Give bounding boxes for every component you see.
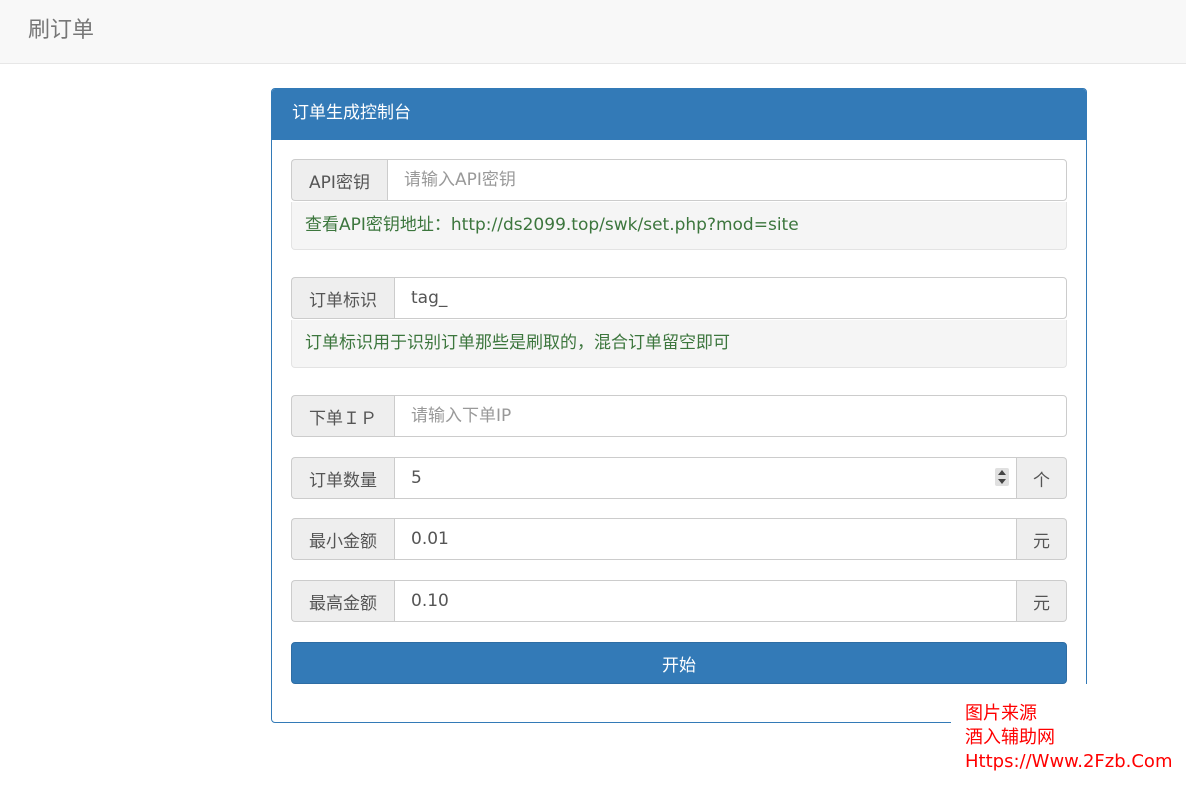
order-count-group: 订单数量 个 [291,457,1067,499]
min-amount-input[interactable] [394,518,1017,560]
max-amount-label: 最高金额 [291,580,394,622]
api-key-input[interactable] [387,159,1067,201]
order-count-wrapper [394,457,1017,499]
api-key-help: 查看API密钥地址：http://ds2099.top/swk/set.php?… [291,202,1067,250]
start-button[interactable]: 开始 [291,642,1067,684]
watermark-line-3: Https://Www.2Fzb.Com [965,751,1173,772]
api-key-label: API密钥 [291,159,387,201]
order-tag-label: 订单标识 [291,277,394,319]
max-amount-group: 最高金额 元 [291,580,1067,622]
navbar-brand[interactable]: 刷订单 [28,16,94,46]
order-tag-group: 订单标识 [291,277,1067,319]
top-navbar: 刷订单 [0,0,1186,64]
watermark: 图片来源 酒入辅助网 Https://Www.2Fzb.Com [951,684,1186,788]
max-amount-unit: 元 [1017,580,1067,622]
watermark-line-2: 酒入辅助网 [965,727,1055,748]
api-key-group: API密钥 [291,159,1067,201]
max-amount-input[interactable] [394,580,1017,622]
panel-title: 订单生成控制台 [272,89,1086,140]
min-amount-unit: 元 [1017,518,1067,560]
order-count-input[interactable] [394,457,1017,499]
min-amount-group: 最小金额 元 [291,518,1067,560]
order-ip-input[interactable] [394,395,1067,437]
min-amount-label: 最小金额 [291,518,394,560]
order-tag-help: 订单标识用于识别订单那些是刷取的，混合订单留空即可 [291,320,1067,368]
order-count-label: 订单数量 [291,457,394,499]
order-ip-group: 下单ＩＰ [291,395,1067,437]
order-count-unit: 个 [1017,457,1067,499]
order-ip-label: 下单ＩＰ [291,395,394,437]
order-console-panel: 订单生成控制台 API密钥 查看API密钥地址：http://ds2099.to… [271,88,1087,723]
watermark-line-1: 图片来源 [965,703,1037,724]
order-tag-input[interactable] [394,277,1067,319]
number-spinner-icon[interactable] [995,468,1009,486]
